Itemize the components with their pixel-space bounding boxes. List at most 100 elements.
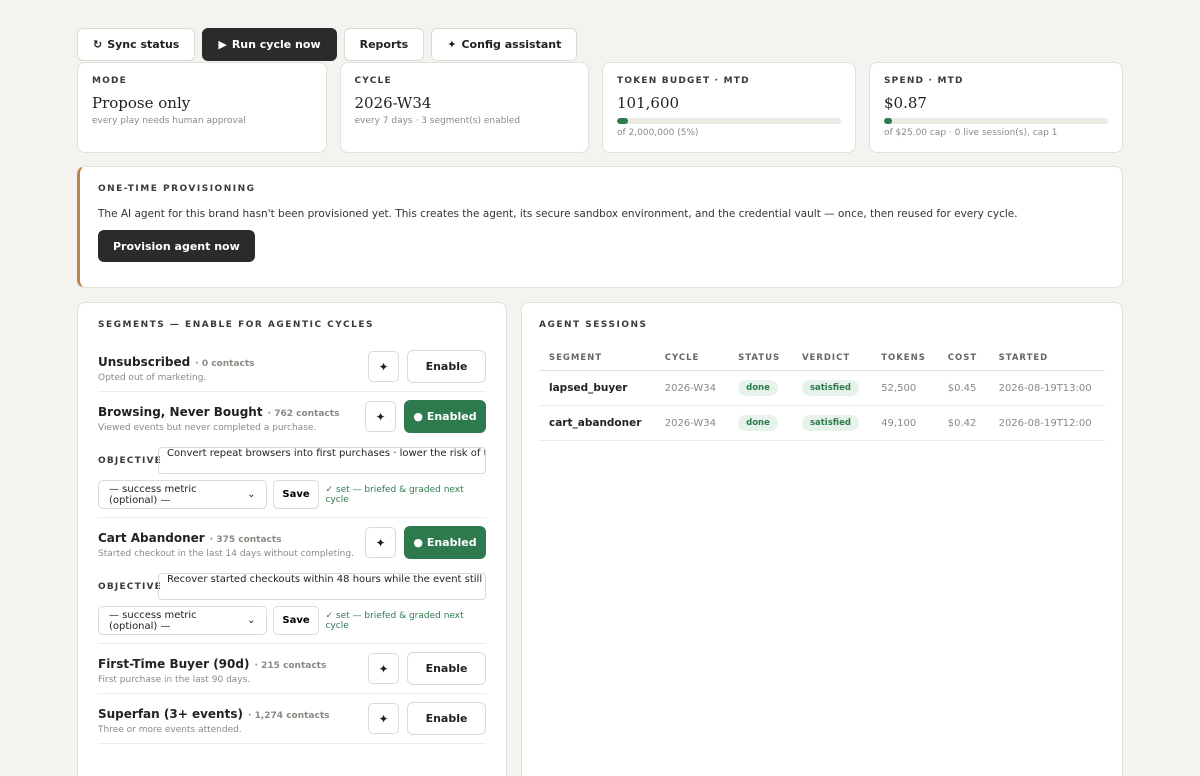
sparkle-icon: ✦	[447, 38, 457, 51]
sync-status-button[interactable]: ↻ Sync status	[77, 28, 196, 61]
enable-button[interactable]: Enable	[407, 350, 486, 383]
column-header: COST	[937, 346, 989, 371]
column-header: STATUS	[728, 346, 792, 371]
enabled-button[interactable]: ● Enabled	[404, 526, 486, 559]
spend-card: SPEND · MTD $0.87 of $25.00 cap · 0 live…	[869, 62, 1123, 153]
chevron-down-icon: ⌄	[247, 615, 256, 626]
segment-count: · 762 contacts	[267, 408, 340, 419]
chevron-down-icon: ⌄	[247, 489, 256, 500]
segment-name: Cart Abandoner	[98, 530, 205, 545]
session-segment: lapsed_buyer	[539, 370, 655, 406]
stat-sub: every 7 days · 3 segment(s) enabled	[354, 116, 521, 126]
success-metric-select[interactable]: — success metric (optional) — ⌄	[98, 606, 267, 635]
segment-count: · 375 contacts	[209, 534, 282, 545]
spend-progress-fill	[884, 118, 892, 124]
session-cycle: 2026-W34	[654, 405, 729, 441]
segment-count: · 1,274 contacts	[248, 710, 330, 721]
mode-card: MODE Propose only every play needs human…	[77, 62, 327, 153]
segment-row-unsubscribed: Unsubscribed · 0 contacts Opted out of m…	[98, 342, 486, 392]
stat-value: $0.87	[884, 94, 927, 112]
session-cycle: 2026-W34	[654, 370, 729, 406]
column-header: STARTED	[988, 346, 1105, 371]
sparkle-icon[interactable]: ✦	[365, 401, 396, 432]
segment-row-first-time-buyer: First-Time Buyer (90d) · 215 contacts Fi…	[98, 644, 486, 694]
segments-panel: SEGMENTS — ENABLE FOR AGENTIC CYCLES Uns…	[77, 302, 507, 776]
segment-count: · 0 contacts	[195, 358, 255, 369]
objective-block: OBJECTIVE Recover started checkouts with…	[98, 567, 486, 644]
toolbar: ↻ Sync status ▶ Run cycle now Reports ✦ …	[77, 28, 578, 61]
provisioning-title: ONE-TIME PROVISIONING	[98, 184, 256, 194]
agent-sessions-panel: AGENT SESSIONS SEGMENT CYCLE STATUS VERD…	[521, 302, 1123, 776]
segment-list: Unsubscribed · 0 contacts Opted out of m…	[98, 342, 486, 744]
provisioning-text: The AI agent for this brand hasn't been …	[98, 208, 1018, 220]
segment-name: Browsing, Never Bought	[98, 404, 263, 419]
column-header: TOKENS	[871, 346, 938, 371]
sessions-table: SEGMENT CYCLE STATUS VERDICT TOKENS COST…	[539, 346, 1105, 441]
stat-value: Propose only	[92, 94, 191, 112]
session-started: 2026-08-19T12:00	[988, 405, 1105, 441]
token-progress-fill	[617, 118, 629, 124]
sessions-title: AGENT SESSIONS	[539, 320, 648, 330]
status-badge: done	[738, 380, 778, 396]
segment-desc: Three or more events attended.	[98, 724, 242, 735]
segment-name: First-Time Buyer (90d)	[98, 656, 250, 671]
save-button[interactable]: Save	[272, 480, 320, 509]
session-cost: $0.45	[937, 370, 989, 406]
stat-value: 2026-W34	[354, 94, 432, 112]
session-segment: cart_abandoner	[539, 405, 655, 441]
session-cost: $0.42	[937, 405, 989, 441]
sparkle-icon[interactable]: ✦	[365, 527, 396, 558]
stat-label: SPEND · MTD	[884, 76, 964, 86]
enabled-button[interactable]: ● Enabled	[404, 400, 486, 433]
run-cycle-button[interactable]: ▶ Run cycle now	[202, 28, 337, 61]
column-header: SEGMENT	[539, 346, 655, 371]
verdict-badge: satisfied	[801, 380, 859, 396]
play-icon: ▶	[218, 38, 227, 51]
cycle-card: CYCLE 2026-W34 every 7 days · 3 segment(…	[339, 62, 589, 153]
status-badge: done	[738, 415, 778, 431]
session-started: 2026-08-19T13:00	[988, 370, 1105, 406]
saved-note: ✓ set — briefed & graded next cycle	[325, 484, 464, 505]
save-button[interactable]: Save	[272, 606, 320, 635]
enable-button[interactable]: Enable	[407, 652, 486, 685]
segment-count: · 215 contacts	[254, 660, 327, 671]
column-header: VERDICT	[791, 346, 872, 371]
saved-note: ✓ set — briefed & graded next cycle	[325, 610, 464, 631]
segment-desc: Started checkout in the last 14 days wit…	[98, 548, 354, 559]
objective-label: OBJECTIVE	[98, 455, 163, 466]
sparkle-icon[interactable]: ✦	[368, 653, 399, 684]
success-metric-select[interactable]: — success metric (optional) — ⌄	[98, 480, 267, 509]
reports-button[interactable]: Reports	[343, 28, 425, 61]
table-header-row: SEGMENT CYCLE STATUS VERDICT TOKENS COST…	[539, 346, 1105, 371]
session-tokens: 49,100	[871, 405, 938, 441]
segment-desc: First purchase in the last 90 days.	[98, 674, 251, 685]
segment-desc: Viewed events but never completed a purc…	[98, 422, 317, 433]
sparkle-icon[interactable]: ✦	[368, 703, 399, 734]
refresh-icon: ↻	[93, 38, 103, 51]
stat-sub: every play needs human approval	[92, 116, 246, 126]
stat-label: MODE	[92, 76, 128, 86]
table-row[interactable]: lapsed_buyer 2026-W34 done satisfied 52,…	[539, 370, 1105, 406]
stat-label: TOKEN BUDGET · MTD	[617, 76, 750, 86]
provision-agent-button[interactable]: Provision agent now	[98, 230, 255, 262]
segment-desc: Opted out of marketing.	[98, 372, 207, 383]
objective-input[interactable]: Recover started checkouts within 48 hour…	[158, 573, 486, 600]
segments-title: SEGMENTS — ENABLE FOR AGENTIC CYCLES	[98, 320, 374, 330]
segment-name: Unsubscribed	[98, 354, 191, 369]
enable-button[interactable]: Enable	[407, 702, 486, 735]
objective-input[interactable]: Convert repeat browsers into first purch…	[158, 447, 486, 474]
segment-row-superfan: Superfan (3+ events) · 1,274 contacts Th…	[98, 694, 486, 744]
stats-row: MODE Propose only every play needs human…	[77, 62, 1123, 153]
table-row[interactable]: cart_abandoner 2026-W34 done satisfied 4…	[539, 405, 1105, 441]
segment-name: Superfan (3+ events)	[98, 706, 243, 721]
config-assistant-button[interactable]: ✦ Config assistant	[431, 28, 578, 61]
objective-label: OBJECTIVE	[98, 581, 163, 592]
provisioning-panel: ONE-TIME PROVISIONING The AI agent for t…	[77, 166, 1123, 288]
verdict-badge: satisfied	[801, 415, 859, 431]
segment-row-browsing: Browsing, Never Bought · 762 contacts Vi…	[98, 392, 486, 441]
stat-sub: of 2,000,000 (5%)	[617, 128, 699, 138]
sparkle-icon[interactable]: ✦	[368, 351, 399, 382]
session-tokens: 52,500	[871, 370, 938, 406]
segment-row-cart-abandoner: Cart Abandoner · 375 contacts Started ch…	[98, 518, 486, 567]
column-header: CYCLE	[654, 346, 729, 371]
